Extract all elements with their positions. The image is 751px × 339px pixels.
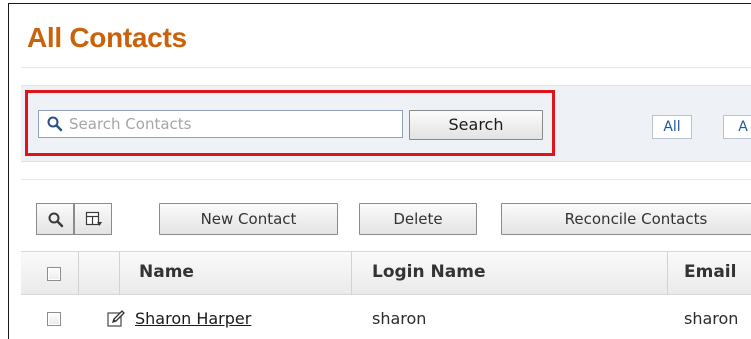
column-header-email[interactable]: Email bbox=[684, 262, 736, 282]
column-divider bbox=[351, 251, 352, 295]
search-button[interactable]: Search bbox=[409, 110, 543, 140]
search-input[interactable] bbox=[69, 111, 399, 137]
email-cell: sharon bbox=[684, 309, 739, 328]
search-icon bbox=[47, 116, 63, 132]
filter-all-button[interactable]: All bbox=[652, 115, 692, 139]
column-header-login-name[interactable]: Login Name bbox=[372, 262, 485, 282]
toolbar-search-button[interactable] bbox=[36, 203, 74, 235]
select-all-checkbox[interactable] bbox=[47, 267, 61, 281]
new-contact-button[interactable]: New Contact bbox=[159, 203, 338, 235]
magnifier-icon bbox=[48, 212, 64, 228]
column-divider bbox=[119, 251, 120, 295]
contact-name-link[interactable]: Sharon Harper bbox=[135, 309, 251, 328]
row-checkbox[interactable] bbox=[47, 312, 61, 326]
reconcile-contacts-button[interactable]: Reconcile Contacts bbox=[501, 203, 751, 235]
title-divider bbox=[21, 67, 751, 68]
delete-button[interactable]: Delete bbox=[359, 203, 477, 235]
login-name-cell: sharon bbox=[372, 309, 427, 328]
column-divider bbox=[667, 251, 668, 295]
edit-icon[interactable] bbox=[106, 309, 126, 329]
toolbar-divider bbox=[21, 179, 751, 180]
search-field-container[interactable] bbox=[38, 110, 403, 138]
page-title: All Contacts bbox=[27, 22, 187, 53]
column-settings-icon bbox=[85, 211, 102, 226]
contacts-panel: All Contacts Search All A New Contact De… bbox=[8, 3, 751, 339]
column-header-name[interactable]: Name bbox=[139, 262, 194, 282]
filter-a-button[interactable]: A bbox=[723, 115, 751, 139]
toolbar-columns-button[interactable] bbox=[74, 203, 112, 235]
column-divider bbox=[78, 251, 79, 295]
